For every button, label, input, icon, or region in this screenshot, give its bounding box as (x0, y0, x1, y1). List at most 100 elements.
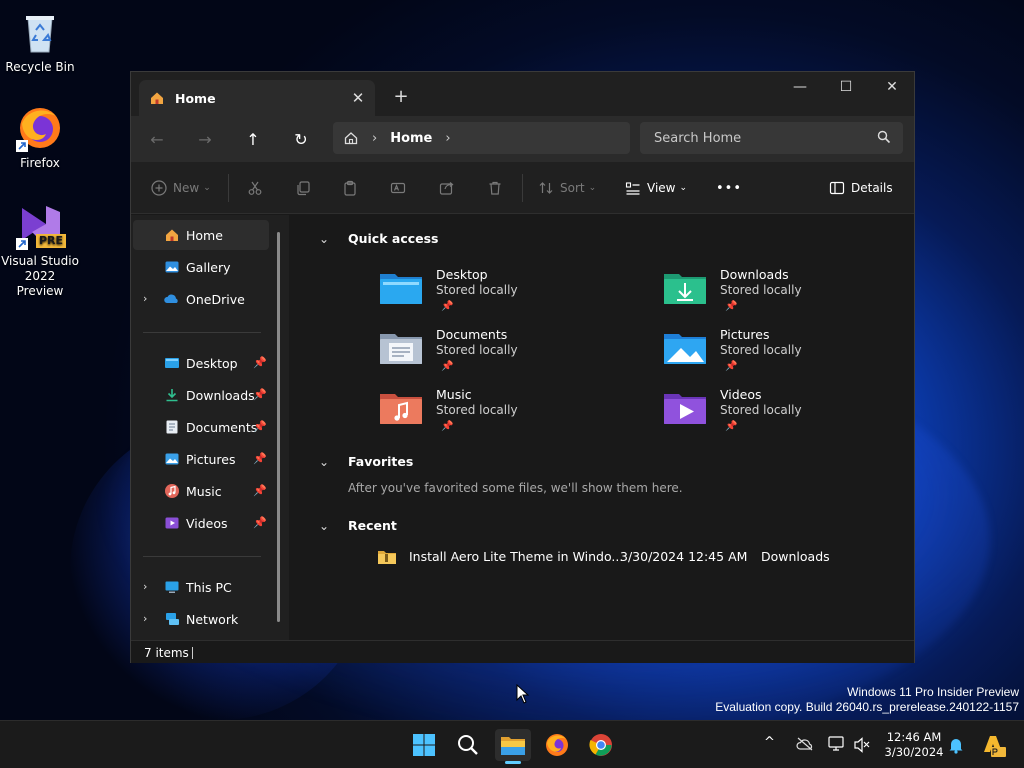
sidebar-item-label: OneDrive (186, 291, 245, 307)
recent-file-location: Downloads (761, 549, 830, 564)
expand-chevron-icon[interactable]: › (143, 292, 147, 305)
breadcrumb-separator: › (372, 130, 378, 146)
start-button[interactable] (406, 729, 442, 761)
sidebar-item-videos[interactable]: Videos 📌 (133, 508, 269, 538)
sidebar-item-pictures[interactable]: Pictures 📌 (133, 444, 269, 474)
file-explorer-taskbar-button[interactable] (495, 729, 531, 764)
new-button[interactable]: New ⌄ (151, 176, 211, 200)
close-button[interactable]: ✕ (869, 72, 915, 102)
new-dropdown-caret: ⌄ (203, 183, 211, 193)
sidebar-item-onedrive[interactable]: › OneDrive (133, 284, 269, 314)
sidebar-item-home[interactable]: Home (133, 220, 269, 250)
sidebar-item-documents[interactable]: Documents 📌 (133, 412, 269, 442)
pin-icon: 📌 (253, 484, 267, 497)
details-pane-button[interactable]: Details (829, 176, 893, 200)
expand-chevron-icon[interactable]: › (143, 580, 147, 593)
search-taskbar-button[interactable] (450, 729, 486, 761)
desktop-icon-recycle-bin[interactable]: Recycle Bin (0, 8, 80, 75)
visual-studio-icon: PRE (16, 202, 67, 250)
network-status-icon[interactable] (828, 736, 846, 752)
clock-date: 3/30/2024 (884, 745, 944, 759)
sort-button[interactable]: Sort ⌄ (538, 176, 596, 200)
pictures-folder-icon (664, 334, 706, 364)
details-pane-icon (829, 181, 845, 195)
sidebar-item-music[interactable]: Music 📌 (133, 476, 269, 506)
toolbar-divider (228, 174, 229, 202)
minimize-button[interactable]: — (777, 72, 823, 102)
sidebar-item-gallery[interactable]: Gallery (133, 252, 269, 282)
breadcrumb-separator-end[interactable]: › (445, 131, 450, 146)
taskbar-clock[interactable]: 12:46 AM 3/30/2024 (882, 730, 946, 760)
copy-button[interactable] (295, 176, 317, 200)
desktop-icon-firefox[interactable]: Firefox (0, 104, 80, 171)
tray-overflow-button[interactable]: ^ (764, 735, 775, 750)
toolbar-divider (522, 174, 523, 202)
sidebar-item-label: Desktop (186, 355, 238, 371)
search-box[interactable]: Search Home (640, 122, 903, 154)
pin-icon: 📌 (253, 452, 267, 465)
scissors-icon (248, 181, 262, 195)
notification-bell-icon[interactable] (948, 736, 964, 754)
copilot-preview-icon[interactable] (980, 732, 1006, 758)
share-button[interactable] (439, 176, 461, 200)
favorites-header[interactable]: ⌄ Favorites (319, 454, 413, 469)
sidebar-item-this-pc[interactable]: › This PC (133, 572, 269, 602)
sidebar-item-desktop[interactable]: Desktop 📌 (133, 348, 269, 378)
clock-time: 12:46 AM (886, 730, 942, 744)
sidebar-item-label: Network (186, 611, 239, 627)
recent-title: Recent (348, 518, 397, 533)
breadcrumb-home[interactable]: Home (390, 131, 432, 146)
tab-close-button[interactable]: ✕ (347, 87, 369, 109)
preview-badge: PRE (36, 234, 67, 248)
back-button[interactable]: ← (142, 124, 172, 154)
up-button[interactable]: ↑ (238, 124, 268, 154)
title-bar: Home ✕ + — ☐ ✕ (131, 72, 914, 116)
firefox-icon (546, 734, 568, 756)
quick-access-name: Music (436, 387, 472, 402)
tab-home[interactable]: Home ✕ (139, 80, 375, 116)
address-bar[interactable]: › Home › (333, 122, 630, 154)
view-button[interactable]: View ⌄ (625, 176, 687, 200)
cut-button[interactable] (247, 176, 269, 200)
quick-access-item-documents[interactable]: Documents Stored locally 📌 (379, 327, 619, 383)
sidebar-item-network[interactable]: › Network (133, 604, 269, 634)
pin-icon: 📌 (253, 420, 267, 433)
refresh-button[interactable]: ↻ (286, 124, 316, 154)
recent-header[interactable]: ⌄ Recent (319, 518, 397, 533)
collapse-chevron-icon: ⌄ (319, 231, 330, 246)
trash-icon (489, 181, 501, 195)
downloads-folder-icon (664, 274, 706, 304)
firefox-taskbar-button[interactable] (539, 729, 575, 761)
forward-button[interactable]: → (190, 124, 220, 154)
delete-button[interactable] (487, 176, 509, 200)
pin-icon: 📌 (253, 356, 267, 369)
sidebar-item-downloads[interactable]: Downloads 📌 (133, 380, 269, 410)
tab-title: Home (175, 90, 216, 106)
sidebar-item-label: Gallery (186, 259, 231, 275)
quick-access-item-desktop[interactable]: Desktop Stored locally 📌 (379, 267, 619, 323)
rename-button[interactable] (390, 176, 412, 200)
expand-chevron-icon[interactable]: › (143, 612, 147, 625)
quick-access-status: Stored locally (436, 343, 518, 357)
quick-access-item-downloads[interactable]: Downloads Stored locally 📌 (663, 267, 903, 323)
quick-access-item-pictures[interactable]: Pictures Stored locally 📌 (663, 327, 903, 383)
file-explorer-icon (501, 737, 525, 755)
maximize-button[interactable]: ☐ (823, 72, 869, 102)
onedrive-offline-icon[interactable] (796, 737, 814, 751)
recent-file-row[interactable]: Install Aero Lite Theme in Windo... 3/30… (377, 547, 837, 567)
sort-label: Sort (560, 181, 585, 195)
more-options-button[interactable]: ••• (716, 176, 742, 200)
quick-access-item-music[interactable]: Music Stored locally 📌 (379, 387, 619, 443)
desktop-icon-visual-studio[interactable]: PRE Visual Studio 2022 Preview (0, 202, 80, 299)
command-bar: New ⌄ Sort ⌄ View ⌄ ••• Details (131, 162, 914, 214)
volume-muted-icon[interactable] (853, 737, 871, 753)
navigation-pane: Home Gallery › OneDrive Desktop 📌 Downlo… (131, 215, 289, 640)
quick-access-header[interactable]: ⌄ Quick access (319, 231, 439, 246)
sort-dropdown-caret: ⌄ (588, 183, 597, 193)
paste-button[interactable] (342, 176, 364, 200)
sidebar-scrollbar[interactable] (277, 232, 280, 622)
new-tab-button[interactable]: + (389, 84, 413, 108)
quick-access-item-videos[interactable]: Videos Stored locally 📌 (663, 387, 903, 443)
chrome-taskbar-button[interactable] (583, 729, 619, 761)
quick-access-status: Stored locally (436, 403, 518, 417)
